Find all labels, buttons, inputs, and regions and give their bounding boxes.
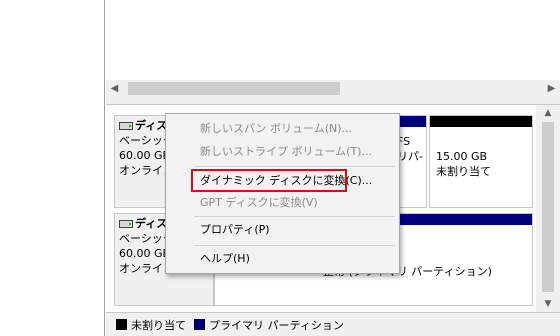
menu-properties[interactable]: プロパティ(P) (200, 220, 270, 240)
scroll-up-icon[interactable]: ▲ (536, 105, 560, 121)
menu-convert-gpt[interactable]: GPT ディスクに変換(V) (200, 193, 318, 213)
volume-list-area (106, 0, 560, 80)
disk-icon (119, 219, 133, 228)
disk-1-name: ディス (135, 217, 168, 230)
menu-separator (194, 245, 395, 246)
menu-new-spanned-volume[interactable]: 新しいスパン ボリューム(N)... (200, 119, 352, 139)
unallocated-size: 15.00 GB (436, 150, 488, 163)
unallocated-bar (430, 116, 532, 127)
unallocated-swatch-icon (116, 319, 127, 330)
menu-separator (194, 166, 395, 167)
disk-0-unallocated[interactable]: 15.00 GB 未割り当て (429, 115, 533, 208)
disk-icon (119, 121, 133, 130)
vertical-scrollbar[interactable]: ▲ ▼ (536, 105, 560, 312)
horizontal-scrollbar[interactable]: ◀ ▶ (106, 80, 560, 97)
context-menu: 新しいスパン ボリューム(N)... 新しいストライプ ボリューム(T)... … (165, 113, 400, 274)
legend-unallocated: 未割り当て (131, 318, 186, 332)
scroll-down-icon[interactable]: ▼ (536, 296, 560, 312)
unallocated-label: 未割り当て (436, 165, 491, 178)
scroll-right-icon[interactable]: ▶ (543, 80, 560, 97)
partition-fs: FS (397, 135, 411, 148)
disk-0-name: ディス (135, 119, 168, 132)
partition-status: リパ- (397, 150, 423, 163)
scroll-left-icon[interactable]: ◀ (106, 80, 123, 97)
pane-splitter[interactable] (106, 97, 560, 105)
menu-help[interactable]: ヘルプ(H) (200, 249, 250, 269)
primary-swatch-icon (194, 319, 205, 330)
vertical-scrollbar-thumb[interactable] (542, 122, 554, 292)
legend-primary: プライマリ パーティション (209, 318, 344, 332)
highlight-box (191, 169, 347, 192)
legend-bar: 未割り当て プライマリ パーティション (106, 312, 560, 336)
menu-separator (194, 216, 395, 217)
menu-new-striped-volume[interactable]: 新しいストライプ ボリューム(T)... (200, 142, 372, 162)
left-pane (0, 0, 105, 336)
scrollbar-thumb[interactable] (128, 82, 340, 95)
